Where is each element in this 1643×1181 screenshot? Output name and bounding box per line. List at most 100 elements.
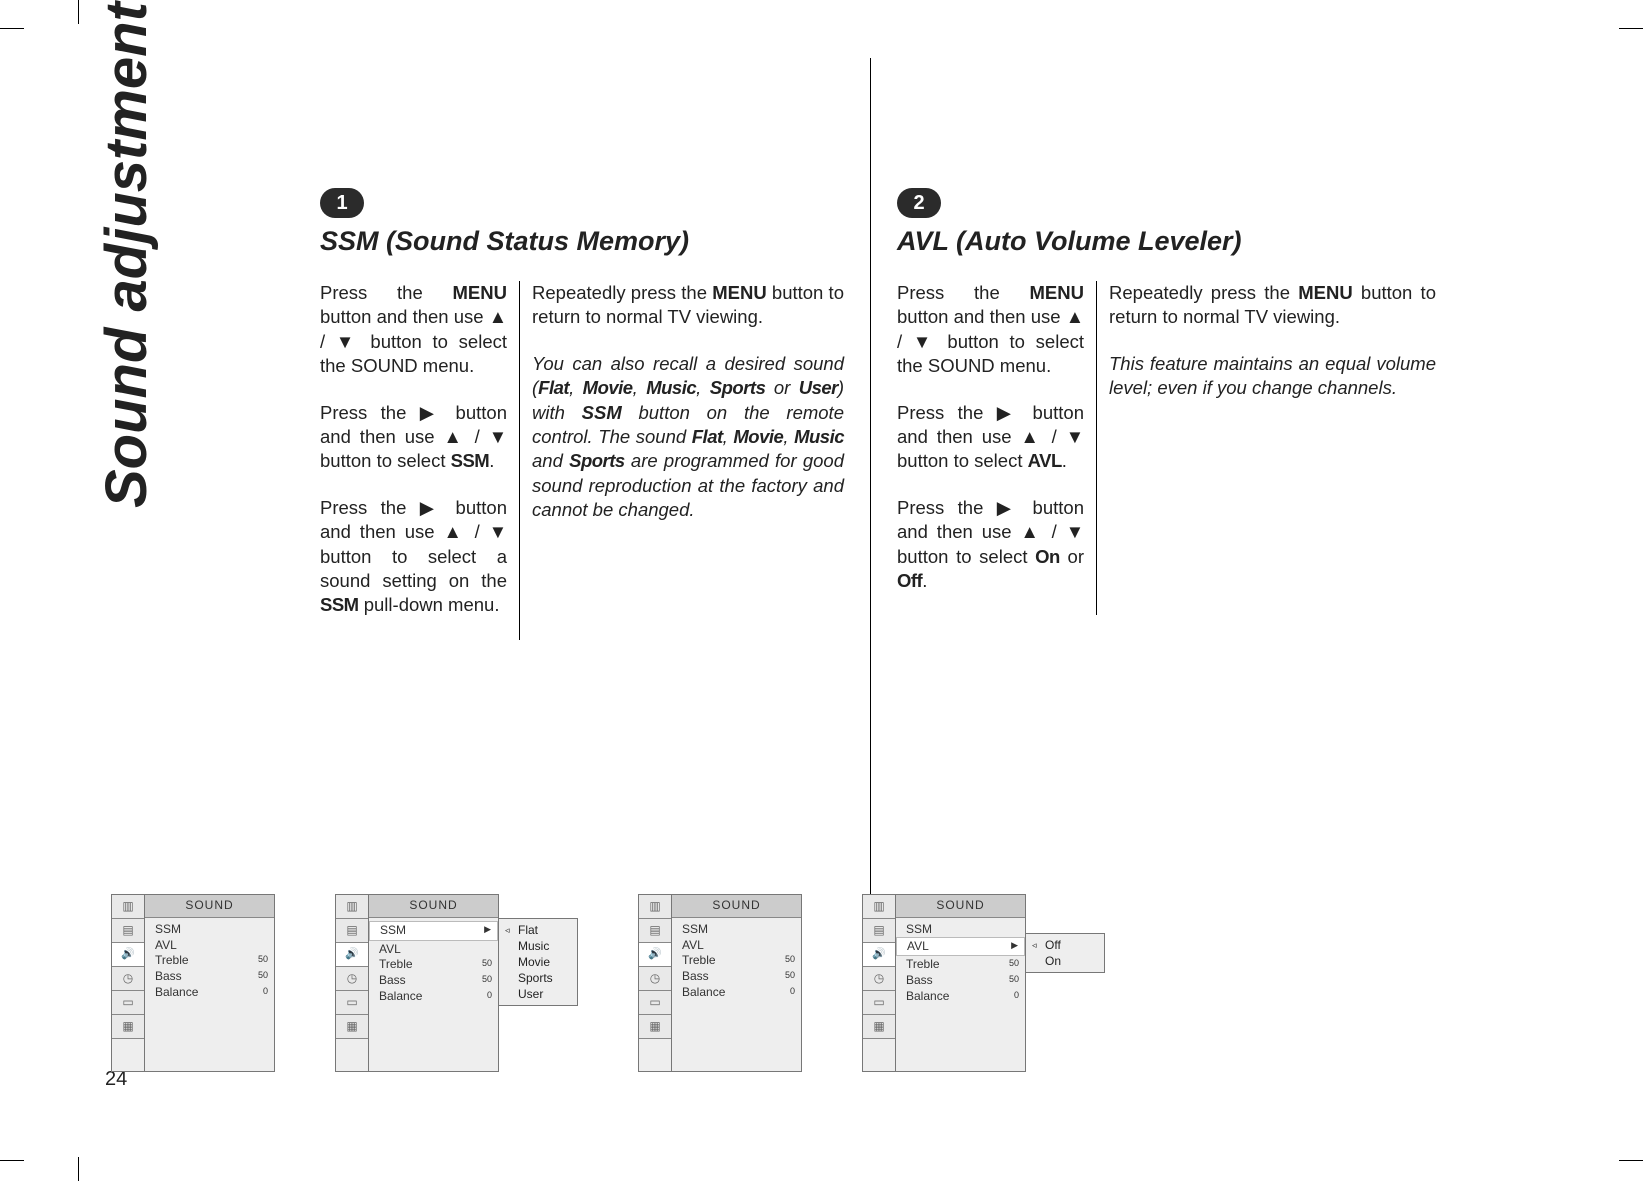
body-paragraph: Press the MENU button and then use ▲ / ▼… [320, 281, 507, 379]
osd-row-value: 50 [482, 974, 492, 988]
crop-mark [0, 1160, 24, 1161]
osd-popup: ◃OffOn [1025, 933, 1105, 973]
body-paragraph: Repeatedly press the MENU but­ton to ret… [532, 281, 844, 330]
osd-header: SOUND [145, 895, 274, 918]
osd-row-label: AVL [155, 939, 177, 953]
osd-bars2-icon [336, 919, 368, 943]
osd-panel: SOUNDSSM▶AVLTreble50Bass50Balance0 [369, 894, 499, 1072]
osd-clock-icon [863, 967, 895, 991]
osd-category-icons [111, 894, 145, 1072]
body-paragraph: This feature maintains an equal volume l… [1109, 352, 1436, 401]
osd-speaker-icon [112, 943, 144, 967]
osd-blank-icon [112, 1039, 144, 1071]
osd-popup-option-label: User [518, 987, 543, 1001]
osd-popup-option-label: Off [1045, 938, 1061, 952]
osd-speaker-icon [863, 943, 895, 967]
osd-row-value: 0 [1014, 990, 1019, 1004]
osd-row-value: ▶ [1011, 940, 1018, 954]
osd-popup-option-label: Music [518, 939, 549, 953]
osd-row-value: 50 [258, 970, 268, 984]
osd-row: AVL [155, 938, 268, 954]
osd-row: AVL [682, 938, 795, 954]
osd-grid-icon [639, 1015, 671, 1039]
osd-row: AVL ▶ [896, 937, 1025, 957]
osd-menu: SOUNDSSMAVLTreble50Bass50Balance0 [638, 894, 802, 1072]
osd-row-label: SSM [906, 923, 932, 937]
osd-row-label: Balance [906, 990, 949, 1004]
osd-row-label: Bass [379, 974, 406, 988]
osd-row-value: 50 [1009, 958, 1019, 972]
osd-row-label: Bass [906, 974, 933, 988]
body-paragraph: Press the MENU button and then use ▲ / ▼… [897, 281, 1084, 379]
body-paragraph: Press the ▶ button and then use ▲ / ▼ bu… [320, 496, 507, 618]
osd-popup-marker-icon: ◃ [1032, 940, 1042, 951]
osd-tool-icon [863, 991, 895, 1015]
osd-category-icons [862, 894, 896, 1072]
osd-row: Bass 50 [906, 973, 1019, 989]
step-badge-1: 1 [320, 188, 364, 218]
osd-row-label: Treble [379, 958, 413, 972]
osd-row-label: Bass [682, 970, 709, 984]
body-paragraph: Press the ▶ button and then use ▲ / ▼ bu… [897, 401, 1084, 474]
osd-row: SSM ▶ [369, 921, 498, 941]
avl-steps-left: Press the MENU button and then use ▲ / ▼… [897, 281, 1097, 615]
osd-row: Treble50 [682, 953, 795, 969]
osd-popup-marker-icon: ◃ [505, 925, 515, 936]
osd-row: Balance 0 [906, 989, 1019, 1005]
osd-row-value: ▶ [484, 924, 491, 938]
osd-popup-option: ◃Flat [505, 922, 571, 938]
osd-row-label: Balance [155, 986, 198, 1000]
osd-row-label: Treble [682, 954, 716, 968]
osd-row: SSM [155, 922, 268, 938]
osd-tool-icon [112, 991, 144, 1015]
osd-category-icons [638, 894, 672, 1072]
ssm-steps-left: Press the MENU button and then use ▲ / ▼… [320, 281, 520, 640]
osd-row-label: Treble [906, 958, 940, 972]
osd-clock-icon [639, 967, 671, 991]
osd-clock-icon [336, 967, 368, 991]
osd-row: Bass 50 [682, 969, 795, 985]
osd-menu: SOUND SSM AVL ▶ Treble 50 Bass 50 Balance 0 ◃OffOn [862, 894, 1105, 1072]
osd-header: SOUND [369, 895, 498, 918]
crop-mark [0, 28, 24, 29]
osd-menu: SOUNDSSM▶AVLTreble50Bass50Balance0◃FlatM… [335, 894, 578, 1072]
osd-row: Balance0 [379, 989, 492, 1005]
osd-header: SOUND [896, 895, 1025, 918]
osd-tool-icon [336, 991, 368, 1015]
osd-bars-icon [863, 895, 895, 919]
osd-row: Bass 50 [379, 973, 492, 989]
osd-row-label: AVL [379, 943, 401, 957]
osd-bars2-icon [112, 919, 144, 943]
osd-row-label: AVL [907, 940, 929, 954]
osd-bars2-icon [863, 919, 895, 943]
step-badge-2: 2 [897, 188, 941, 218]
osd-speaker-icon [639, 943, 671, 967]
osd-panel: SOUND SSM AVL ▶ Treble 50 Bass 50 Balance 0 [896, 894, 1026, 1072]
osd-popup-option: User [505, 986, 571, 1002]
section-title-ssm: SSM (Sound Status Memory) [320, 226, 844, 257]
crop-mark [78, 0, 79, 24]
osd-bars2-icon [639, 919, 671, 943]
osd-popup-option: Music [505, 938, 571, 954]
osd-blank-icon [863, 1039, 895, 1071]
osd-row-label: Balance [379, 990, 422, 1004]
osd-header: SOUND [672, 895, 801, 918]
osd-row: Treble 50 [379, 957, 492, 973]
osd-menu: SOUNDSSMAVLTreble50Bass50Balance0 [111, 894, 275, 1072]
osd-panel: SOUNDSSMAVLTreble50Bass50Balance0 [145, 894, 275, 1072]
osd-row-label: SSM [380, 924, 406, 938]
osd-bars-icon [639, 895, 671, 919]
osd-popup-option: Movie [505, 954, 571, 970]
osd-tool-icon [639, 991, 671, 1015]
osd-row-value: 50 [785, 970, 795, 984]
osd-row-value: 0 [790, 986, 795, 1000]
osd-row-label: Treble [155, 954, 189, 968]
osd-grid-icon [112, 1015, 144, 1039]
osd-row-label: Bass [155, 970, 182, 984]
osd-popup-option-label: Flat [518, 923, 538, 937]
osd-row-value: 50 [482, 958, 492, 972]
osd-row-value: 50 [1009, 974, 1019, 988]
chapter-title: Sound adjustment [93, 2, 160, 508]
osd-row-label: AVL [682, 939, 704, 953]
osd-popup-option: Sports [505, 970, 571, 986]
